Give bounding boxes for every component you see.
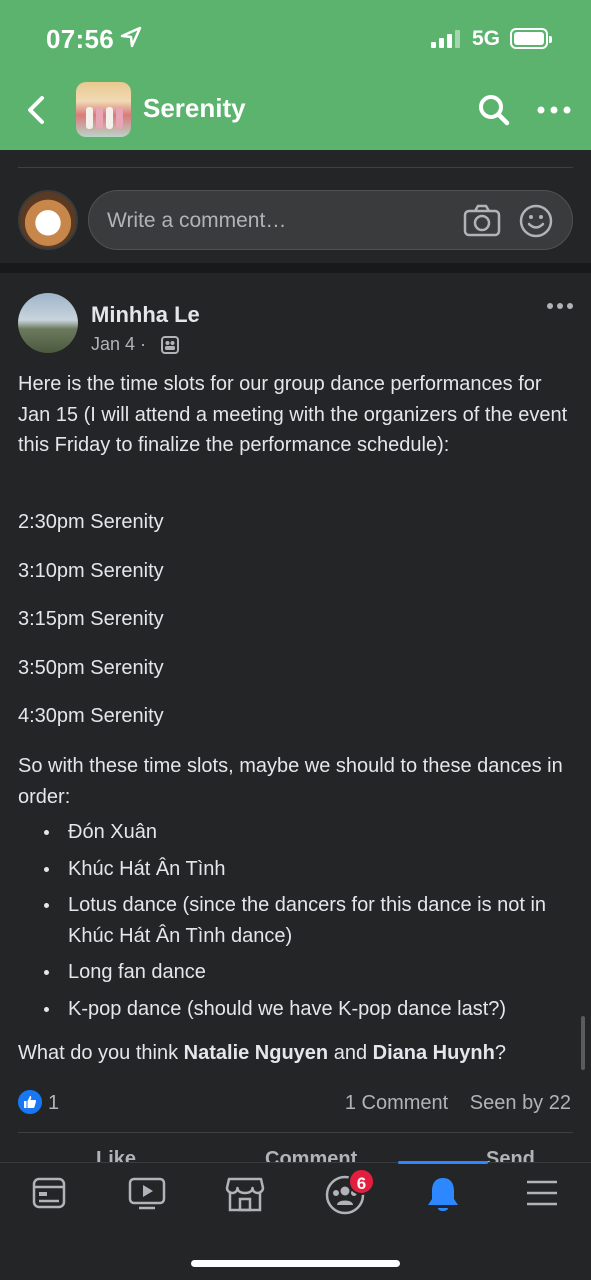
post-options-icon[interactable] <box>546 298 574 314</box>
post-intro: Here is the time slots for our group dan… <box>18 373 568 456</box>
notifications-icon <box>428 1178 458 1211</box>
author-name[interactable]: Minhha Le <box>91 302 200 328</box>
post-stats: 1 Comment Seen by 22 <box>345 1092 571 1115</box>
post-question: What do you think Natalie Nguyen and Dia… <box>18 1042 506 1064</box>
group-audience-icon <box>161 336 179 354</box>
send-button[interactable]: Send <box>486 1148 535 1162</box>
list-item: Khúc Hát Ân Tình <box>18 854 578 885</box>
emoji-icon[interactable] <box>519 204 553 238</box>
section-separator <box>0 263 591 273</box>
list-item: K-pop dance (should we have K-pop dance … <box>18 994 578 1025</box>
user-avatar <box>18 190 78 250</box>
menu-icon <box>527 1180 557 1206</box>
tab-menu[interactable] <box>517 1175 567 1225</box>
time-slot: 3:10pm Serenity <box>18 560 164 582</box>
feed-icon <box>32 1177 66 1209</box>
time-slot: 2:30pm Serenity <box>18 511 164 533</box>
order-intro: So with these time slots, maybe we shoul… <box>18 755 563 808</box>
groups-notification-badge: 6 <box>348 1168 375 1195</box>
location-arrow-icon <box>120 26 142 48</box>
network-label: 5G <box>472 27 501 50</box>
divider <box>18 1132 573 1133</box>
camera-icon[interactable] <box>463 204 501 238</box>
tab-video[interactable] <box>122 1175 172 1225</box>
tab-notifications[interactable] <box>418 1175 468 1225</box>
app-header: 07:56 5G Serenity <box>0 0 591 150</box>
mention-diana[interactable]: Diana Huynh <box>373 1042 495 1064</box>
search-icon[interactable] <box>476 92 512 128</box>
time-slot: 4:30pm Serenity <box>18 705 164 727</box>
like-reaction-icon[interactable] <box>18 1090 42 1114</box>
divider <box>18 167 573 168</box>
marketplace-icon <box>225 1177 265 1212</box>
like-count[interactable]: 1 <box>48 1092 59 1115</box>
active-tab-indicator <box>398 1161 488 1164</box>
group-avatar[interactable] <box>76 82 131 137</box>
signal-icon <box>431 30 460 48</box>
scrollbar[interactable] <box>581 1016 585 1070</box>
seen-by[interactable]: Seen by 22 <box>470 1092 571 1114</box>
comment-count[interactable]: 1 Comment <box>345 1092 448 1114</box>
list-item: Lotus dance (since the dancers for this … <box>18 890 578 951</box>
time-slot: 3:15pm Serenity <box>18 608 164 630</box>
status-time: 07:56 <box>46 24 114 54</box>
group-title[interactable]: Serenity <box>143 93 246 124</box>
comment-input[interactable]: Write a comment… <box>88 190 573 250</box>
comment-button[interactable]: Comment <box>265 1148 357 1162</box>
tab-feed[interactable] <box>24 1175 74 1225</box>
tab-marketplace[interactable] <box>220 1175 270 1225</box>
battery-icon <box>510 28 552 49</box>
video-icon <box>128 1177 166 1210</box>
like-button[interactable]: Like <box>96 1148 136 1162</box>
back-button[interactable] <box>22 92 52 128</box>
dance-list: Đón Xuân Khúc Hát Ân Tình Lotus dance (s… <box>18 817 578 1030</box>
home-indicator[interactable] <box>191 1260 400 1267</box>
mention-natalie[interactable]: Natalie Nguyen <box>184 1042 328 1064</box>
list-item: Đón Xuân <box>18 817 578 848</box>
comment-placeholder: Write a comment… <box>107 209 287 232</box>
time-slot: 3:50pm Serenity <box>18 657 164 679</box>
post-date[interactable]: Jan 4 · <box>91 334 146 355</box>
more-options-icon[interactable] <box>536 100 572 120</box>
author-avatar[interactable] <box>18 293 78 353</box>
list-item: Long fan dance <box>18 957 578 988</box>
